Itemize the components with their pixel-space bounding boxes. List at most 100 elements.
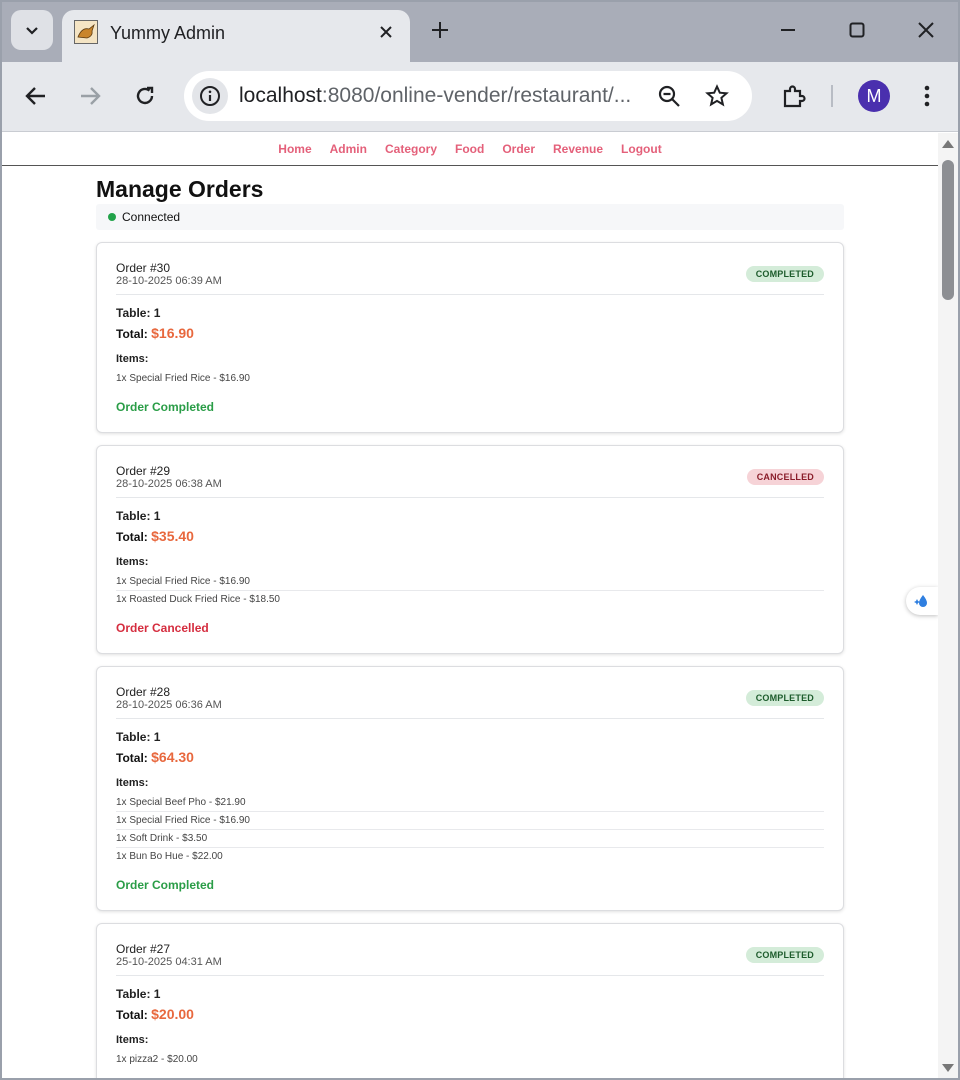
order-items: 1x Special Fried Rice - $16.90 1x Roaste… — [116, 573, 824, 609]
order-table: Table: 1 — [116, 509, 160, 523]
plus-icon — [432, 22, 448, 38]
nav-logout[interactable]: Logout — [621, 142, 662, 156]
reload-icon — [136, 86, 154, 105]
table-number: 1 — [153, 509, 161, 523]
browser-menu-button[interactable] — [910, 79, 944, 113]
order-table: Table: 1 — [116, 987, 160, 1001]
order-item: 1x Special Fried Rice - $16.90 — [116, 373, 250, 384]
minimize-button[interactable] — [774, 16, 802, 44]
order-item: 1x Roasted Duck Fried Rice - $18.50 — [116, 594, 280, 605]
star-icon — [705, 84, 729, 107]
connection-status-text: Connected — [122, 210, 181, 224]
order-id: Order #28 — [116, 685, 171, 699]
bookmark-button[interactable] — [702, 81, 732, 111]
order-items: 1x pizza2 - $20.00 — [116, 1051, 824, 1069]
scrollbar-thumb[interactable] — [942, 160, 954, 300]
new-tab-button[interactable] — [426, 16, 454, 44]
order-card: Order #30 28-10-2025 06:39 AM COMPLETED … — [96, 242, 844, 433]
order-card-header: Order #30 28-10-2025 06:39 AM COMPLETED — [116, 261, 824, 295]
order-id: Order #27 — [116, 942, 171, 956]
connected-dot-icon — [108, 213, 116, 221]
order-total: Total: $35.40 — [116, 528, 194, 544]
forward-button[interactable] — [73, 79, 107, 113]
browser-toolbar: localhost:8080/online-vender/restaurant/… — [2, 62, 958, 132]
extensions-button[interactable] — [777, 79, 811, 113]
order-item: 1x pizza2 - $20.00 — [116, 1054, 198, 1065]
sparkle-drop-icon — [914, 595, 927, 607]
arrow-right-icon — [81, 87, 101, 105]
order-total: Total: $16.90 — [116, 325, 194, 341]
order-id: Order #30 — [116, 261, 171, 275]
table-label: Table: — [116, 306, 151, 320]
nav-admin[interactable]: Admin — [330, 142, 367, 156]
url-text: localhost:8080/online-vender/restaurant/… — [239, 84, 631, 108]
url-path: :8080/online-vender/restaurant/... — [321, 84, 632, 107]
order-items: 1x Special Beef Pho - $21.90 1x Special … — [116, 794, 824, 866]
top-navigation: Home Admin Category Food Order Revenue L… — [2, 133, 938, 166]
order-card-header: Order #29 28-10-2025 06:38 AM CANCELLED — [116, 464, 824, 498]
minimize-icon — [781, 29, 795, 31]
nav-order[interactable]: Order — [502, 142, 535, 156]
connection-status-bar: Connected — [96, 204, 844, 230]
zoom-out-icon — [658, 85, 680, 107]
order-status-text: Order Cancelled — [116, 621, 209, 635]
tab-search-button[interactable] — [11, 10, 53, 50]
nav-revenue[interactable]: Revenue — [553, 142, 603, 156]
chevron-down-icon — [26, 27, 38, 35]
window-close-button[interactable] — [912, 16, 940, 44]
nav-home[interactable]: Home — [278, 142, 311, 156]
tab-close-button[interactable] — [374, 20, 398, 44]
close-icon — [380, 26, 392, 38]
maximize-button[interactable] — [843, 16, 871, 44]
page-viewport: Home Admin Category Food Order Revenue L… — [2, 133, 938, 1078]
back-button[interactable] — [19, 79, 53, 113]
reload-button[interactable] — [128, 79, 162, 113]
toolbar-separator — [831, 85, 833, 107]
order-item: 1x Special Beef Pho - $21.90 — [116, 794, 824, 812]
floating-assistant-button[interactable] — [906, 587, 938, 615]
scroll-up-arrow-icon[interactable] — [941, 139, 955, 149]
order-status-text: Order Completed — [116, 400, 215, 414]
nav-category[interactable]: Category — [385, 142, 437, 156]
page-title: Manage Orders — [96, 176, 264, 202]
order-date: 28-10-2025 06:39 AM — [116, 275, 222, 287]
status-badge: CANCELLED — [746, 469, 824, 485]
puzzle-icon — [783, 85, 806, 108]
scroll-down-arrow-icon[interactable] — [941, 1063, 955, 1073]
table-label: Table: — [116, 987, 151, 1001]
order-item: 1x Soft Drink - $3.50 — [116, 830, 824, 848]
order-total: Total: $64.30 — [116, 749, 194, 765]
order-card: Order #29 28-10-2025 06:38 AM CANCELLED … — [96, 445, 844, 654]
order-card: Order #28 28-10-2025 06:36 AM COMPLETED … — [96, 666, 844, 911]
order-items: 1x Special Fried Rice - $16.90 — [116, 370, 824, 388]
tab-yummy-admin[interactable]: Yummy Admin — [62, 10, 410, 62]
order-table: Table: 1 — [116, 730, 160, 744]
status-badge: COMPLETED — [745, 690, 824, 706]
total-amount: $20.00 — [151, 1006, 194, 1022]
order-card-header: Order #28 28-10-2025 06:36 AM COMPLETED — [116, 685, 824, 719]
zoom-button[interactable] — [654, 81, 684, 111]
site-info-button[interactable] — [192, 78, 228, 114]
order-item: 1x Special Fried Rice - $16.90 — [116, 573, 824, 591]
total-amount: $64.30 — [151, 749, 194, 765]
table-number: 1 — [153, 730, 161, 744]
items-label: Items: — [116, 353, 149, 365]
order-item: 1x Special Fried Rice - $16.90 — [116, 812, 824, 830]
total-label: Total: — [116, 327, 148, 341]
browser-window: Yummy Admin localhost:8080/online-vender… — [0, 0, 960, 1080]
table-number: 1 — [153, 987, 161, 1001]
nav-food[interactable]: Food — [455, 142, 484, 156]
items-label: Items: — [116, 556, 149, 568]
maximize-icon — [849, 22, 865, 38]
total-label: Total: — [116, 530, 148, 544]
order-date: 25-10-2025 04:31 AM — [116, 956, 222, 968]
tab-strip: Yummy Admin — [2, 2, 958, 62]
profile-avatar[interactable]: M — [858, 80, 890, 112]
order-date: 28-10-2025 06:38 AM — [116, 478, 222, 490]
table-label: Table: — [116, 509, 151, 523]
address-bar[interactable]: localhost:8080/online-vender/restaurant/… — [184, 71, 752, 121]
items-label: Items: — [116, 1034, 149, 1046]
order-date: 28-10-2025 06:36 AM — [116, 699, 222, 711]
page-scrollbar[interactable] — [938, 133, 958, 1078]
url-host: localhost — [239, 84, 322, 107]
